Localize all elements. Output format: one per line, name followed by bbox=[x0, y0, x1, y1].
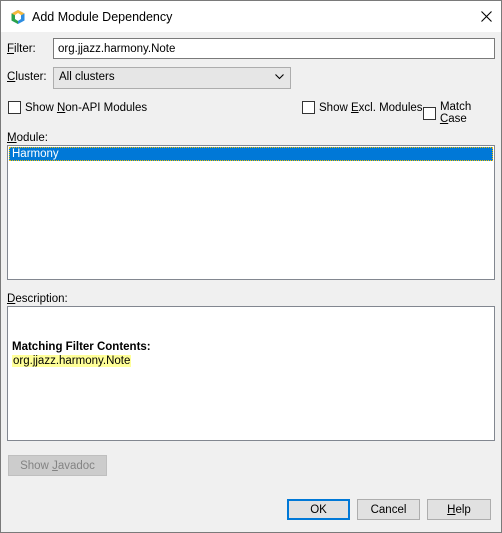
cluster-label: Cluster: bbox=[7, 71, 47, 83]
cancel-button[interactable]: Cancel bbox=[357, 499, 420, 520]
show-non-api-modules-checkbox[interactable]: Show Non-API Modules bbox=[8, 101, 147, 114]
description-label: Description: bbox=[7, 293, 68, 305]
show-excl-modules-checkbox[interactable]: Show Excl. Modules bbox=[302, 101, 423, 114]
button-label: Show Javadoc bbox=[20, 459, 95, 472]
module-label: Module: bbox=[7, 132, 48, 144]
description-heading: Matching Filter Contents: bbox=[12, 341, 151, 353]
checkbox-label: Match Case bbox=[439, 101, 472, 125]
help-button[interactable]: Help bbox=[427, 499, 491, 520]
module-list[interactable]: Harmony bbox=[7, 145, 495, 280]
button-label: Cancel bbox=[370, 503, 407, 516]
add-module-dependency-dialog: Add Module Dependency Filter: Cluster: A… bbox=[0, 0, 502, 533]
chevron-down-icon bbox=[275, 74, 284, 80]
checkbox-label: Show Excl. Modules bbox=[319, 101, 423, 114]
close-button[interactable] bbox=[471, 1, 501, 32]
title-bar: Add Module Dependency bbox=[1, 1, 501, 32]
netbeans-icon bbox=[11, 10, 25, 24]
button-label: Help bbox=[447, 503, 471, 516]
description-match-highlight: org.jjazz.harmony.Note bbox=[12, 355, 132, 367]
checkbox-box bbox=[423, 106, 436, 120]
cluster-select[interactable]: All clusters bbox=[53, 67, 291, 89]
show-javadoc-button[interactable]: Show Javadoc bbox=[8, 455, 107, 476]
list-item[interactable]: Harmony bbox=[9, 147, 493, 161]
close-icon bbox=[480, 11, 492, 22]
button-label: OK bbox=[310, 503, 327, 516]
cluster-selected-value: All clusters bbox=[59, 71, 115, 83]
match-case-checkbox[interactable]: Match Case bbox=[423, 101, 501, 125]
description-panel: Matching Filter Contents: org.jjazz.harm… bbox=[7, 306, 495, 441]
filter-label: Filter: bbox=[7, 43, 36, 55]
filter-input[interactable] bbox=[53, 38, 495, 59]
checkbox-label: Show Non-API Modules bbox=[25, 101, 148, 114]
ok-button[interactable]: OK bbox=[287, 499, 350, 520]
checkbox-box bbox=[302, 101, 315, 114]
window-title: Add Module Dependency bbox=[32, 10, 173, 24]
checkbox-box bbox=[8, 101, 21, 114]
